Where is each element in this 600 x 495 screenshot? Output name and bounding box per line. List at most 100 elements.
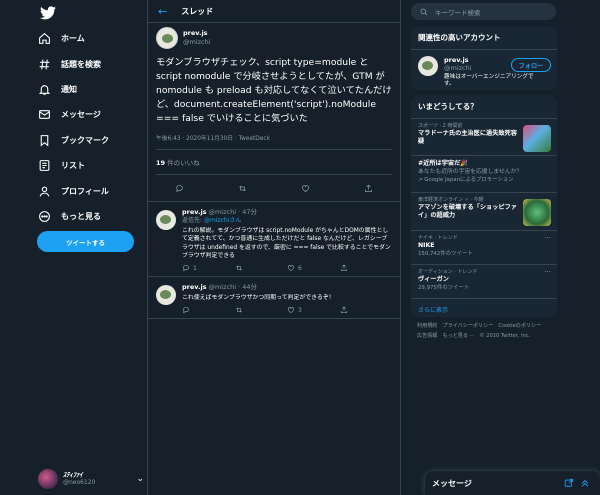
footer-line[interactable]: 利用規約 プライバシーポリシー Cookieのポリシー: [417, 322, 567, 332]
retweet-icon[interactable]: [238, 184, 247, 193]
reply-avatar[interactable]: [156, 210, 176, 230]
trend-promo: ↗ Google Japanによるプロモーション: [418, 176, 550, 184]
nav-notifications[interactable]: 通知: [38, 77, 109, 102]
reply-icon: [182, 265, 190, 272]
mail-icon: [39, 110, 50, 120]
tweet-avatar[interactable]: [156, 27, 178, 49]
person-icon: [39, 186, 50, 197]
reply-author-handle[interactable]: @mizchi · 44分: [208, 283, 257, 291]
retweet-button[interactable]: [235, 306, 288, 314]
list-icon: [39, 160, 50, 172]
reply-count: 1: [193, 264, 197, 272]
reply-icon[interactable]: [175, 184, 184, 193]
nav-home-label: ホーム: [61, 34, 85, 44]
trend-title: アマゾンを破壊する「ショッピファイ」の超威力: [418, 204, 517, 219]
back-arrow-icon[interactable]: ←: [158, 5, 167, 18]
page-title: スレッド: [181, 6, 214, 16]
tweet-likes[interactable]: 19 件のいいね: [156, 150, 392, 175]
reply-button[interactable]: [182, 306, 235, 314]
show-more-link[interactable]: さらに表示: [411, 298, 557, 317]
nav-explore[interactable]: 話題を検索: [38, 51, 109, 76]
new-message-icon[interactable]: [564, 478, 574, 488]
share-icon: [340, 307, 347, 314]
nav-lists[interactable]: リスト: [38, 153, 109, 178]
nav-bookmarks-label: ブックマーク: [61, 135, 109, 145]
nav-notifications-label: 通知: [61, 84, 77, 94]
account-name: ｽﾃｨﾌｧｲ: [63, 471, 83, 479]
reply-icon: [182, 307, 190, 314]
trend-item[interactable]: 東洋経済オンライン ✓ · 今朝 アマゾンを破壊する「ショッピファイ」の超威力: [411, 192, 557, 230]
nav-home[interactable]: ホーム: [38, 26, 109, 51]
like-icon: [288, 307, 294, 314]
retweet-button[interactable]: [235, 264, 288, 272]
reply-actions: 3: [182, 306, 392, 314]
messages-drawer[interactable]: メッセージ: [425, 471, 600, 495]
tweet-author-handle[interactable]: @mizchi: [183, 38, 211, 47]
share-button[interactable]: [340, 264, 393, 272]
main-column: ← スレッド prev.js @mizchi モダンブラウザチェック、scrip…: [148, 0, 401, 495]
trend-item[interactable]: #近所は宇宙だ🎉 あなたも近所の宇宙を応援しませんか？ ↗ Google Jap…: [411, 155, 557, 192]
tweet-button[interactable]: ツイートする: [37, 231, 134, 252]
share-button[interactable]: [340, 306, 393, 314]
likes-label: 件のいいね: [165, 159, 200, 167]
more-circle-icon: [39, 211, 50, 222]
footer-links: 利用規約 プライバシーポリシー Cookieのポリシー 広告情報 もっと見る ·…: [417, 322, 567, 341]
more-options-icon[interactable]: ···: [544, 268, 551, 276]
trends-title: いまどうしてる？: [418, 102, 478, 111]
trend-description: あなたも近所の宇宙を応援しませんか？: [418, 169, 523, 175]
tweet-text: モダンブラウザチェック、script type=module と script …: [156, 57, 392, 124]
search-icon: [420, 8, 428, 15]
account-switcher[interactable]: ｽﾃｨﾌｧｲ @neo6120 ⌄: [38, 467, 144, 491]
follow-button[interactable]: フォロー: [511, 58, 551, 72]
nav-profile[interactable]: プロフィール: [38, 178, 109, 203]
like-icon[interactable]: [301, 184, 310, 193]
recommended-avatar[interactable]: [418, 56, 438, 76]
recommended-bio: 趣味はオーバーエンジニアリングです。: [444, 74, 534, 87]
nav-bookmarks[interactable]: ブックマーク: [38, 128, 109, 153]
like-button[interactable]: 6: [287, 264, 340, 272]
reply-button[interactable]: 1: [182, 264, 235, 272]
reply-author-name[interactable]: prev.js: [182, 208, 207, 216]
like-button[interactable]: 3: [287, 306, 340, 314]
nav-messages[interactable]: メッセージ: [38, 102, 109, 127]
likes-count: 19: [156, 159, 166, 167]
reply-tweet[interactable]: prev.js @mizchi · 44分 これ使えばモダンブラウザかつ同期って…: [148, 277, 400, 320]
reply-tweet[interactable]: prev.js @mizchi · 47分 返信先: @mizchiさん これの…: [148, 202, 400, 278]
retweet-icon: [235, 265, 242, 271]
chevron-up-icon[interactable]: [580, 478, 590, 488]
like-count: 3: [298, 306, 302, 314]
nav-lists-label: リスト: [61, 161, 85, 171]
trend-item[interactable]: スポーツ · 2 時間前 マラドーナ氏の主治医に過失致死容疑: [411, 118, 557, 155]
reply-actions: 1 6: [182, 264, 392, 272]
twitter-logo-icon[interactable]: [40, 6, 56, 20]
trends-panel: いまどうしてる？ スポーツ · 2 時間前 マラドーナ氏の主治医に過失致死容疑 …: [411, 95, 557, 317]
reply-author-handle[interactable]: @mizchi · 47分: [208, 208, 257, 216]
trend-title: #近所は宇宙だ🎉: [418, 160, 469, 167]
trend-item[interactable]: オーディション · トレンド ヴィーガン 29,975件のツイート ···: [411, 264, 557, 298]
tweet-timestamp[interactable]: 午後6:43 · 2020年11月30日 · TweetDeck: [156, 133, 392, 150]
account-avatar: [38, 469, 58, 489]
reply-to-prefix: 返信先:: [182, 217, 204, 224]
footer-line[interactable]: 広告情報 もっと見る ··· © 2020 Twitter, Inc.: [417, 332, 567, 342]
trend-title: ヴィーガン: [418, 276, 449, 283]
tweet-actions: [148, 175, 400, 202]
trend-item[interactable]: ナイキ · トレンド NIKE 150,742件のツイート ···: [411, 230, 557, 264]
trend-count: 150,742件のツイート: [418, 251, 473, 257]
more-options-icon[interactable]: ···: [544, 234, 551, 242]
hashtag-icon: [39, 59, 50, 70]
reply-avatar[interactable]: [156, 285, 176, 306]
like-icon: [288, 265, 294, 272]
account-handle: @neo6120: [63, 479, 96, 486]
share-icon: [340, 264, 347, 272]
reply-author-name[interactable]: prev.js: [182, 283, 207, 291]
search-placeholder: キーワード検索: [435, 8, 481, 17]
right-sidebar: キーワード検索 関連性の高いアカウント prev.js @mizchi 趣味はオ…: [401, 0, 600, 495]
home-icon: [39, 33, 50, 45]
share-icon[interactable]: [364, 184, 373, 193]
search-input[interactable]: キーワード検索: [411, 3, 556, 20]
recommended-account[interactable]: prev.js @mizchi 趣味はオーバーエンジニアリングです。 フォロー: [411, 50, 557, 90]
reply-to-link[interactable]: @mizchiさん: [204, 217, 241, 224]
nav-more[interactable]: もっと見る: [38, 204, 109, 229]
tweet-author-name[interactable]: prev.js: [183, 29, 211, 38]
related-accounts-title: 関連性の高いアカウント: [411, 26, 557, 50]
